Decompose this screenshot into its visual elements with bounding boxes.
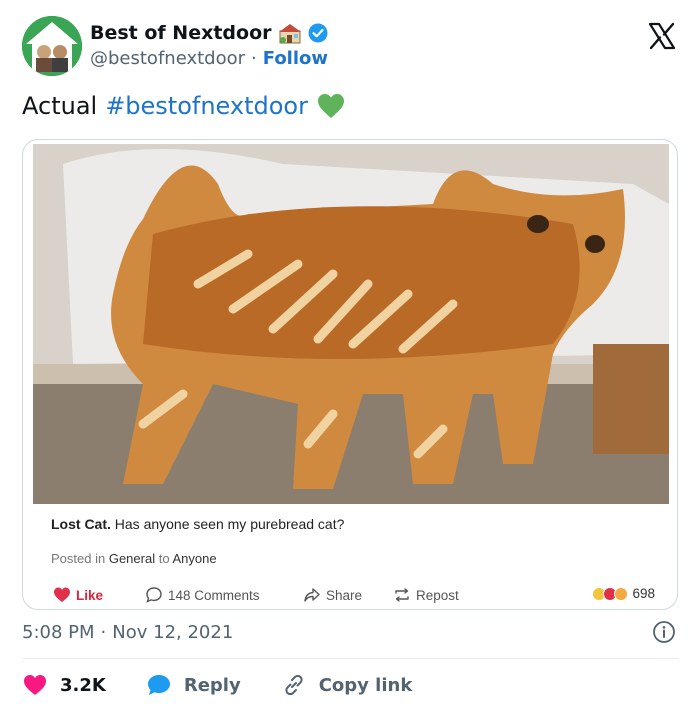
x-logo-icon[interactable] (648, 22, 676, 50)
cat-bread-image (33, 144, 669, 504)
share-label: Share (326, 587, 363, 603)
heart-icon (24, 675, 46, 695)
time-separator: · (100, 622, 107, 643)
reactions-count: 698 (632, 586, 655, 601)
media-card[interactable]: Lost Cat. Has anyone seen my purebread c… (22, 139, 678, 610)
copy-link-label: Copy link (318, 674, 413, 696)
cat-bread-photo[interactable] (33, 144, 669, 504)
comment-icon (146, 587, 162, 603)
avatar-image (22, 16, 82, 76)
reaction-icons (592, 586, 629, 601)
post-actions: Like 148 Comments Share Repost 698 (53, 586, 655, 608)
like-count: 3.2K (60, 674, 106, 696)
post-text: Lost Cat. Has anyone seen my purebread c… (51, 516, 344, 532)
follow-link[interactable]: Follow (263, 48, 328, 69)
tweet-text: Actual #bestofnextdoor (22, 92, 346, 120)
reply-button[interactable]: Reply (146, 672, 241, 698)
tweet-footer-actions: 3.2K Reply Copy link (22, 670, 452, 700)
share-action: Share (303, 586, 362, 604)
repost-icon (395, 588, 409, 602)
display-name[interactable]: Best of Nextdoor (90, 22, 272, 44)
to-word: to (158, 551, 170, 566)
hashtag-link[interactable]: #bestofnextdoor (105, 92, 308, 120)
account-names: Best of Nextdoor @bestofnextdoor · Follo… (90, 20, 328, 69)
house-emoji-icon (278, 24, 301, 44)
comments-action: 148 Comments (145, 586, 260, 604)
reaction-surprised-icon (614, 586, 629, 601)
reply-label: Reply (183, 674, 241, 696)
link-icon (285, 674, 303, 696)
post-time: 5:08 PM (22, 622, 95, 643)
post-category: General (108, 551, 156, 566)
display-name-row: Best of Nextdoor (90, 20, 328, 46)
reactions-summary: 698 (592, 586, 655, 601)
comments-label: 148 Comments (168, 587, 260, 603)
reply-bubble-icon (147, 675, 170, 695)
post-body: Has anyone seen my purebread cat? (114, 516, 345, 532)
post-title: Lost Cat. (51, 516, 111, 532)
verified-badge-icon (308, 23, 328, 43)
post-audience: Anyone (172, 551, 217, 566)
green-heart-icon (317, 94, 344, 118)
divider (22, 658, 678, 659)
avatar[interactable] (22, 16, 82, 76)
info-icon[interactable] (652, 620, 676, 644)
like-button[interactable]: 3.2K (22, 672, 106, 698)
share-icon (304, 588, 320, 602)
repost-action: Repost (393, 586, 459, 604)
timestamp[interactable]: 5:08 PM · Nov 12, 2021 (22, 622, 233, 643)
repost-label: Repost (416, 587, 459, 603)
handle[interactable]: @bestofnextdoor (90, 48, 245, 69)
like-label: Like (76, 587, 104, 603)
posted-in-line: Posted in General to Anyone (51, 551, 217, 566)
tweet-body: Actual (22, 92, 98, 120)
separator: · (251, 48, 257, 69)
posted-prefix: Posted in (51, 551, 106, 566)
handle-row: @bestofnextdoor · Follow (90, 48, 328, 69)
nextdoor-post-card: Lost Cat. Has anyone seen my purebread c… (33, 504, 669, 608)
post-date: Nov 12, 2021 (112, 622, 234, 643)
copy-link-button[interactable]: Copy link (281, 672, 413, 698)
tweet-header: Best of Nextdoor @bestofnextdoor · Follo… (22, 16, 682, 76)
like-heart-icon (54, 587, 70, 602)
like-action: Like (53, 586, 103, 604)
